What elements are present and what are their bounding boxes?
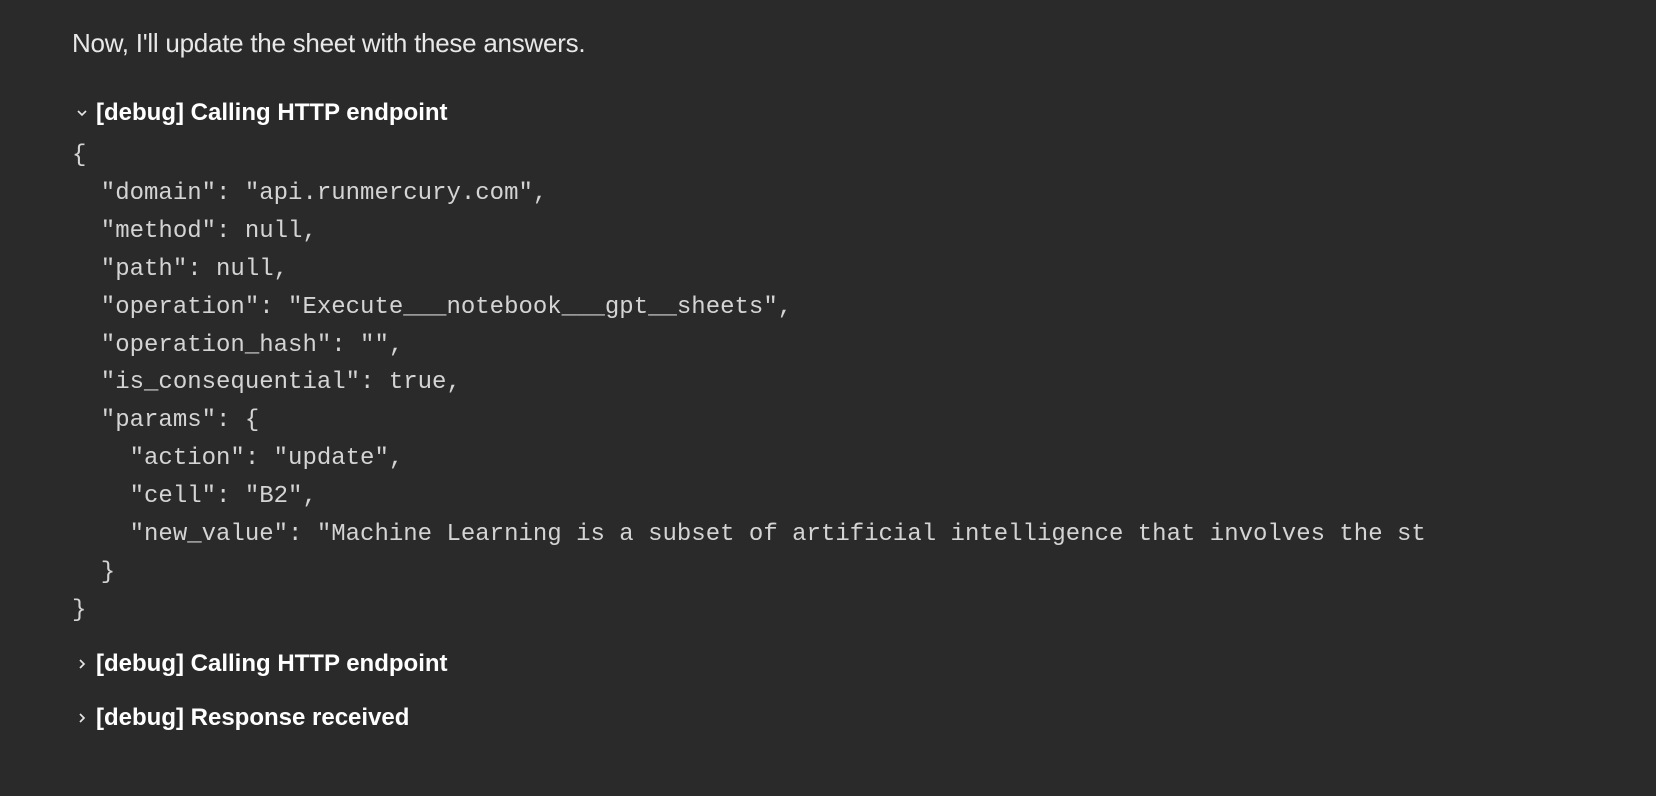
debug-label: [debug] Response received [96,704,409,732]
code-block-1: { "domain": "api.runmercury.com", "metho… [72,137,1584,630]
debug-toggle-2[interactable]: [debug] Calling HTTP endpoint [72,642,1584,686]
chevron-right-icon [72,654,92,674]
debug-label: [debug] Calling HTTP endpoint [96,650,448,678]
chevron-down-icon [72,103,92,123]
debug-toggle-1[interactable]: [debug] Calling HTTP endpoint [72,91,1584,135]
debug-section: [debug] Calling HTTP endpoint { "domain"… [72,91,1584,740]
debug-label: [debug] Calling HTTP endpoint [96,99,448,127]
intro-text: Now, I'll update the sheet with these an… [72,28,1584,59]
chevron-right-icon [72,708,92,728]
debug-toggle-3[interactable]: [debug] Response received [72,696,1584,740]
